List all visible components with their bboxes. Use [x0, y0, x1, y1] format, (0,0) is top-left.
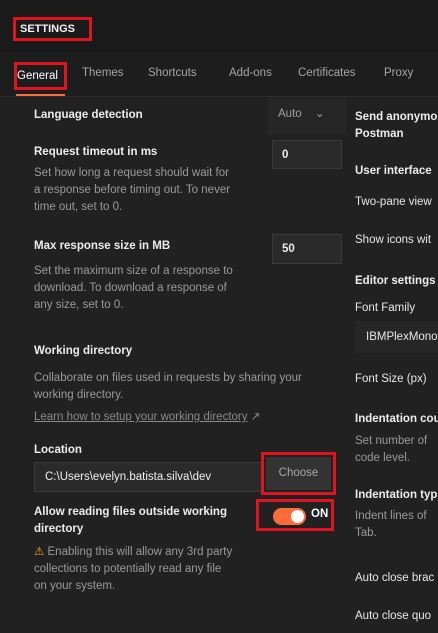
warning-icon: ⚠: [34, 546, 45, 558]
max-response-label: Max response size in MB: [34, 240, 171, 252]
tab-certificates[interactable]: Certificates: [298, 67, 356, 79]
max-response-help: Set the maximum size of a response to do…: [34, 265, 233, 311]
auto-close-brackets-label: Auto close brac: [355, 572, 435, 584]
auto-close-quotes-label: Auto close quo: [355, 610, 432, 622]
editor-settings-heading: Editor settings: [355, 275, 436, 287]
tab-general[interactable]: General: [14, 62, 67, 90]
indentation-count-label: Indentation cou: [355, 413, 438, 425]
location-input[interactable]: C:\Users\evelyn.batista.silva\dev: [34, 462, 263, 492]
tab-themes[interactable]: Themes: [82, 67, 124, 79]
choose-button-highlight: Choose: [261, 452, 336, 495]
language-detection-dropdown[interactable]: Auto ⌄: [268, 98, 346, 134]
indentation-type-help: Indent lines of Tab.: [355, 510, 427, 539]
show-icons-label: Show icons wit: [355, 234, 432, 246]
request-timeout-input[interactable]: 0: [272, 140, 342, 169]
tab-add-ons[interactable]: Add-ons: [229, 67, 272, 79]
page-title: SETTINGS: [13, 17, 92, 41]
working-directory-help: Collaborate on files used in requests by…: [34, 372, 302, 401]
tab-bar: General Themes Shortcuts Add-ons Certifi…: [0, 52, 438, 97]
active-tab-indicator: [16, 94, 65, 96]
font-family-label: Font Family: [355, 302, 416, 314]
tab-shortcuts[interactable]: Shortcuts: [148, 67, 197, 79]
allow-outside-label: Allow reading files outside working dire…: [34, 506, 227, 535]
language-detection-label: Language detection: [34, 109, 143, 121]
font-size-label: Font Size (px): [355, 373, 427, 385]
max-response-input[interactable]: 50: [272, 234, 342, 264]
user-interface-heading: User interface: [355, 165, 432, 177]
allow-outside-toggle[interactable]: ON: [256, 499, 334, 531]
send-anonymous-label: Send anonymo Postman: [355, 111, 438, 140]
indentation-count-help: Set number of code level.: [355, 435, 428, 464]
location-label: Location: [34, 444, 82, 456]
chevron-down-icon: ⌄: [314, 108, 325, 120]
indentation-type-label: Indentation typ: [355, 489, 438, 501]
working-directory-label: Working directory: [34, 345, 133, 357]
font-family-value: IBMPlexMono: [366, 331, 438, 343]
toggle-track: [273, 508, 306, 525]
right-settings-column: Send anonymo Postman User interface Two-…: [347, 97, 438, 633]
allow-outside-warning: ⚠ Enabling this will allow any 3rd party…: [34, 546, 233, 592]
request-timeout-help: Set how long a request should wait for a…: [34, 167, 231, 213]
request-timeout-label: Request timeout in ms: [34, 146, 158, 158]
external-link-icon: ↗: [250, 411, 261, 423]
working-directory-link[interactable]: Learn how to setup your working director…: [34, 409, 260, 423]
toggle-state-label: ON: [311, 508, 329, 520]
choose-button[interactable]: Choose: [266, 457, 331, 490]
two-pane-view-label: Two-pane view: [355, 196, 432, 208]
tab-proxy[interactable]: Proxy: [384, 67, 413, 79]
toggle-knob: [291, 510, 304, 523]
language-detection-value: Auto: [278, 108, 302, 120]
font-family-select[interactable]: IBMPlexMono: [355, 321, 438, 353]
